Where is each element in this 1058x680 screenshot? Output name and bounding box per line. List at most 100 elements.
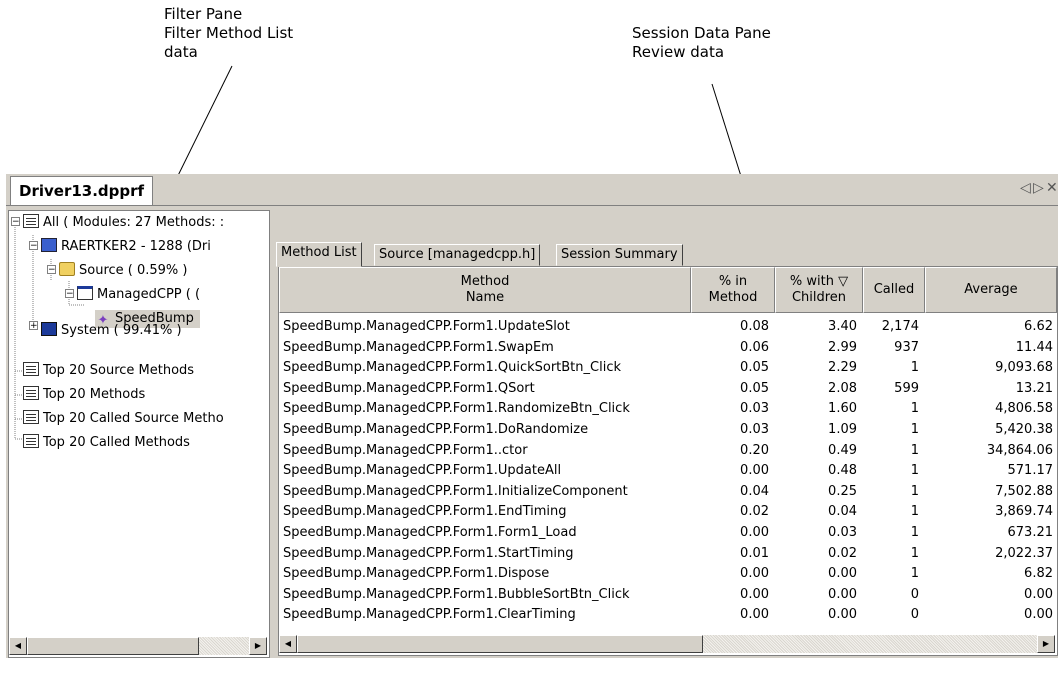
average-cell: 9,093.68 <box>995 360 1053 376</box>
pct-in-method-cell: 0.03 <box>740 422 769 437</box>
pct-in-method-cell: 0.00 <box>740 463 769 479</box>
close-icon[interactable]: ✕ <box>1046 180 1058 196</box>
tree-item-label: System ( 99.41% ) <box>61 323 182 338</box>
tree-item-top20-methods[interactable]: Top 20 Methods <box>23 386 145 404</box>
average-cell: 6.62 <box>1024 319 1053 334</box>
col-header-called[interactable]: Called <box>863 267 925 313</box>
table-row[interactable]: SpeedBump.ManagedCPP.Form1.SwapEm 0.06 2.9… <box>279 338 1055 359</box>
table-row[interactable]: SpeedBump.ManagedCPP.Form1.ClearTiming 0.… <box>279 605 1055 626</box>
method-name-cell: SpeedBump.ManagedCPP.Form1.QSort <box>283 380 535 396</box>
pct-in-method-cell: 0.06 <box>740 339 769 355</box>
tree-item-top20-called-methods[interactable]: Top 20 Called Methods <box>23 434 190 452</box>
scroll-right-button[interactable]: ▶ <box>249 637 267 655</box>
pct-with-children-cell: 2.29 <box>828 360 857 376</box>
pct-with-children-cell: 0.00 <box>828 586 857 602</box>
tree-item-label: Top 20 Called Methods <box>43 435 190 450</box>
tree-item-top20-called-source[interactable]: Top 20 Called Source Metho <box>23 410 224 428</box>
tree-item-all[interactable]: All ( Modules: 27 Methods: : <box>23 214 224 232</box>
method-name-cell: SpeedBump.ManagedCPP.Form1.UpdateSlot <box>283 319 570 334</box>
table-row[interactable]: SpeedBump.ManagedCPP.Form1.Form1_Load 0.0… <box>279 523 1055 544</box>
tree-item-source[interactable]: Source ( 0.59% ) <box>59 262 188 280</box>
pct-with-children-cell: 0.25 <box>828 483 857 499</box>
method-name-cell: SpeedBump.ManagedCPP.Form1.BubbleSortBtn… <box>283 586 630 602</box>
tree-item-top20-source-methods[interactable]: Top 20 Source Methods <box>23 362 194 380</box>
scroll-thumb[interactable] <box>297 635 703 653</box>
table-row[interactable]: SpeedBump.ManagedCPP.Form1.StartTiming 0.… <box>279 544 1055 565</box>
filter-pane-callout: Filter Pane Filter Method List data <box>164 5 294 61</box>
method-name-cell: SpeedBump.ManagedCPP.Form1.Form1_Load <box>283 525 577 540</box>
pct-in-method-cell: 0.00 <box>740 607 769 623</box>
tree-item-system[interactable]: System ( 99.41% ) <box>41 322 182 340</box>
method-name-cell: SpeedBump.ManagedCPP.Form1.RandomizeBtn_… <box>283 401 630 417</box>
tree-expand-system[interactable]: + <box>29 321 38 331</box>
filter-pane-scrollbar[interactable]: ◀ ▶ <box>9 637 267 655</box>
scroll-right-icon[interactable]: ▷ <box>1033 180 1044 196</box>
table-row[interactable]: SpeedBump.ManagedCPP.Form1.UpdateSlot 0.0… <box>279 317 1055 338</box>
list-icon <box>23 386 39 400</box>
called-cell: 1 <box>910 504 919 520</box>
table-row[interactable]: SpeedBump.ManagedCPP.Form1.QuickSortBtn_… <box>279 358 1055 379</box>
table-row[interactable]: SpeedBump.ManagedCPP.Form1..ctor 0.20 0.49… <box>279 441 1055 462</box>
average-cell: 0.00 <box>1024 607 1053 623</box>
pct-in-method-cell: 0.03 <box>740 401 769 417</box>
tree-collapse-all[interactable]: − <box>11 217 20 227</box>
tree-item-label: All ( Modules: 27 Methods: : <box>43 215 225 230</box>
method-name-cell: SpeedBump.ManagedCPP.Form1.StartTiming <box>283 545 574 561</box>
average-cell: 3,869.74 <box>995 504 1053 520</box>
scroll-left-icon[interactable]: ◁ <box>1020 180 1031 196</box>
table-row[interactable]: SpeedBump.ManagedCPP.Form1.QSort 0.05 2.08… <box>279 379 1055 400</box>
pct-with-children-cell: 0.02 <box>828 545 857 561</box>
tab-method-list[interactable]: Method List <box>276 242 362 267</box>
window-icon <box>77 286 93 300</box>
pct-with-children-cell: 1.60 <box>828 401 857 417</box>
tab-session-summary[interactable]: Session Summary <box>556 244 683 266</box>
pct-with-children-cell: 0.04 <box>828 504 857 520</box>
profiler-window: Driver13.dpprf ◁ ▷ ✕ − − − − + All ( Mod… <box>6 174 1058 658</box>
tree-item-machine[interactable]: RAERTKER2 - 1288 (Dri <box>41 238 211 256</box>
average-cell: 0.00 <box>1024 586 1053 602</box>
table-row[interactable]: SpeedBump.ManagedCPP.Form1.EndTiming 0.02… <box>279 502 1055 523</box>
method-name-cell: SpeedBump.ManagedCPP.Form1.EndTiming <box>283 504 567 520</box>
pct-in-method-cell: 0.02 <box>740 504 769 520</box>
folder-icon <box>59 262 75 276</box>
table-row[interactable]: SpeedBump.ManagedCPP.Form1.UpdateAll 0.00… <box>279 461 1055 482</box>
col-header-pct-with-children[interactable]: % with ▽ Children <box>775 267 863 313</box>
called-cell: 1 <box>910 463 919 479</box>
scroll-left-button[interactable]: ◀ <box>279 635 297 653</box>
col-header-pct-in-method[interactable]: % in Method <box>691 267 775 313</box>
pct-with-children-cell: 0.00 <box>828 607 857 623</box>
tree-collapse-machine[interactable]: − <box>29 241 38 251</box>
average-cell: 7,502.88 <box>995 483 1053 499</box>
average-cell: 673.21 <box>1007 525 1054 540</box>
data-pane-scrollbar[interactable]: ◀ ▶ <box>279 635 1055 653</box>
method-name-cell: SpeedBump.ManagedCPP.Form1.SwapEm <box>283 339 554 355</box>
scroll-left-button[interactable]: ◀ <box>9 637 27 655</box>
tree-collapse-managedcpp[interactable]: − <box>65 289 74 299</box>
pct-with-children-cell: 3.40 <box>828 319 857 334</box>
filter-pane: − − − − + All ( Modules: 27 Methods: : R… <box>8 210 270 658</box>
table-row[interactable]: SpeedBump.ManagedCPP.Form1.DoRandomize 0.… <box>279 420 1055 441</box>
average-cell: 34,864.06 <box>986 442 1053 458</box>
pct-with-children-cell: 2.99 <box>828 339 857 355</box>
tab-strip-line <box>6 205 1058 206</box>
tree-item-managedcpp[interactable]: ManagedCPP ( ( <box>77 286 200 304</box>
tree-collapse-source[interactable]: − <box>47 265 56 275</box>
col-header-average[interactable]: Average <box>925 267 1057 313</box>
table-row[interactable]: SpeedBump.ManagedCPP.Form1.RandomizeBtn_… <box>279 399 1055 420</box>
pct-in-method-cell: 0.04 <box>740 483 769 499</box>
table-row[interactable]: SpeedBump.ManagedCPP.Form1.Dispose 0.00 0.… <box>279 564 1055 585</box>
scroll-thumb[interactable] <box>27 637 199 655</box>
method-name-cell: SpeedBump.ManagedCPP.Form1.DoRandomize <box>283 422 589 437</box>
document-tab[interactable]: Driver13.dpprf <box>10 176 154 205</box>
list-icon <box>23 214 39 228</box>
scroll-right-button[interactable]: ▶ <box>1037 635 1055 653</box>
pct-with-children-cell: 0.48 <box>828 463 857 479</box>
tree-item-label: Top 20 Source Methods <box>43 363 195 378</box>
table-row[interactable]: SpeedBump.ManagedCPP.Form1.InitializeCom… <box>279 482 1055 503</box>
col-header-method-name[interactable]: Method Name <box>279 267 691 313</box>
table-row[interactable]: SpeedBump.ManagedCPP.Form1.BubbleSortBtn… <box>279 585 1055 606</box>
called-cell: 1 <box>910 525 919 540</box>
average-cell: 5,420.38 <box>995 422 1053 437</box>
pct-with-children-cell: 0.03 <box>828 525 857 540</box>
tab-source[interactable]: Source [managedcpp.h] <box>374 244 541 266</box>
